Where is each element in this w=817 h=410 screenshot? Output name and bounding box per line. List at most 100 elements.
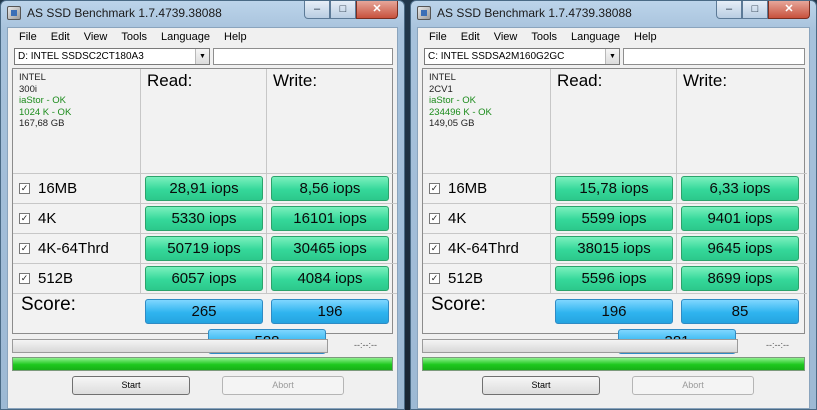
alignment-status: 1024 K - OK xyxy=(19,106,72,118)
read-result: 28,91 iops xyxy=(145,176,263,201)
write-result: 8,56 iops xyxy=(271,176,389,201)
window-client: File Edit View Tools Language Help D: IN… xyxy=(7,27,398,409)
test-checkbox[interactable]: ✓ xyxy=(19,273,30,284)
minimize-button[interactable]: – xyxy=(304,1,330,19)
read-result: 5599 iops xyxy=(555,206,673,231)
abort-button[interactable]: Abort xyxy=(632,376,754,395)
read-header: Read: xyxy=(141,69,267,174)
write-result: 8699 iops xyxy=(681,266,799,291)
drive-select[interactable]: D: INTEL SSDSC2CT180A3 ▼ xyxy=(14,48,210,65)
alignment-status: 234496 K - OK xyxy=(429,106,492,118)
menu-language[interactable]: Language xyxy=(564,31,627,43)
menu-tools[interactable]: Tools xyxy=(524,31,564,43)
drive-firmware: 2CV1 xyxy=(429,83,453,95)
menu-help[interactable]: Help xyxy=(217,31,254,43)
drive-select[interactable]: C: INTEL SSDSA2M160G2GC ▼ xyxy=(424,48,620,65)
abort-button[interactable]: Abort xyxy=(222,376,344,395)
test-label: 16MB xyxy=(38,180,78,197)
test-checkbox[interactable]: ✓ xyxy=(429,183,440,194)
chevron-down-icon[interactable]: ▼ xyxy=(195,49,209,64)
window-title: AS SSD Benchmark 1.7.4739.38088 xyxy=(27,6,222,20)
menu-file[interactable]: File xyxy=(12,31,44,43)
test-label: 512B xyxy=(38,270,74,287)
menu-view[interactable]: View xyxy=(77,31,115,43)
test-checkbox[interactable]: ✓ xyxy=(19,243,30,254)
drive-info: INTEL 2CV1 iaStor - OK 234496 K - OK 149… xyxy=(423,69,551,174)
app-icon xyxy=(7,6,21,20)
drive-size: 149,05 GB xyxy=(429,118,475,129)
drive-vendor: INTEL xyxy=(429,72,456,83)
test-checkbox[interactable]: ✓ xyxy=(19,183,30,194)
drive-select-value: C: INTEL SSDSA2M160G2GC xyxy=(428,51,565,62)
driver-status: iaStor - OK xyxy=(19,95,66,106)
overall-progress-bar xyxy=(12,357,393,371)
write-result: 4084 iops xyxy=(271,266,389,291)
read-result: 6057 iops xyxy=(145,266,263,291)
menu-bar: File Edit View Tools Language Help xyxy=(418,28,809,46)
test-label: 4K xyxy=(448,210,467,227)
menu-bar: File Edit View Tools Language Help xyxy=(8,28,397,46)
overall-progress-fill xyxy=(423,358,804,370)
chevron-down-icon[interactable]: ▼ xyxy=(605,49,619,64)
drive-firmware: 300i xyxy=(19,83,37,95)
score-read: 265 xyxy=(145,299,263,324)
minimize-button[interactable]: – xyxy=(716,1,742,19)
test-label: 16MB xyxy=(448,180,488,197)
read-result: 5330 iops xyxy=(145,206,263,231)
score-label: Score: xyxy=(21,294,76,315)
test-row-512b: ✓ 512B xyxy=(13,264,141,294)
overall-progress-fill xyxy=(13,358,392,370)
drive-vendor: INTEL xyxy=(19,72,46,83)
menu-language[interactable]: Language xyxy=(154,31,217,43)
start-button[interactable]: Start xyxy=(72,376,190,395)
test-label: 4K-64Thrd xyxy=(38,240,109,257)
score-label: Score: xyxy=(431,294,486,315)
menu-view[interactable]: View xyxy=(487,31,525,43)
maximize-button[interactable]: □ xyxy=(742,1,768,19)
read-result: 5596 iops xyxy=(555,266,673,291)
maximize-button[interactable]: □ xyxy=(330,1,356,19)
benchmark-window-1: AS SSD Benchmark 1.7.4739.38088 – □ ✕ Fi… xyxy=(0,0,405,410)
test-row-16mb: ✓ 16MB xyxy=(13,174,141,204)
write-result: 9401 iops xyxy=(681,206,799,231)
menu-file[interactable]: File xyxy=(422,31,454,43)
menu-edit[interactable]: Edit xyxy=(44,31,77,43)
read-header: Read: xyxy=(551,69,677,174)
menu-tools[interactable]: Tools xyxy=(114,31,154,43)
test-checkbox[interactable]: ✓ xyxy=(429,243,440,254)
write-result: 6,33 iops xyxy=(681,176,799,201)
read-result: 50719 iops xyxy=(145,236,263,261)
close-button[interactable]: ✕ xyxy=(356,1,398,19)
test-checkbox[interactable]: ✓ xyxy=(429,273,440,284)
write-result: 16101 iops xyxy=(271,206,389,231)
results-grid: INTEL 2CV1 iaStor - OK 234496 K - OK 149… xyxy=(422,68,807,354)
score-write: 85 xyxy=(681,299,799,324)
test-label: 4K xyxy=(38,210,57,227)
path-input[interactable] xyxy=(213,48,393,65)
drive-info: INTEL 300i iaStor - OK 1024 K - OK 167,6… xyxy=(13,69,141,174)
test-checkbox[interactable]: ✓ xyxy=(429,213,440,224)
drive-size: 167,68 GB xyxy=(19,118,65,129)
test-progress-bar xyxy=(422,339,738,353)
title-bar[interactable]: AS SSD Benchmark 1.7.4739.38088 – □ ✕ xyxy=(411,1,816,25)
test-label: 4K-64Thrd xyxy=(448,240,519,257)
read-result: 15,78 iops xyxy=(555,176,673,201)
window-client: File Edit View Tools Language Help C: IN… xyxy=(417,27,810,409)
test-checkbox[interactable]: ✓ xyxy=(19,213,30,224)
test-row-16mb: ✓ 16MB xyxy=(423,174,551,204)
elapsed-time: --:--:-- xyxy=(354,340,377,350)
menu-edit[interactable]: Edit xyxy=(454,31,487,43)
close-button[interactable]: ✕ xyxy=(768,1,810,19)
start-button[interactable]: Start xyxy=(482,376,600,395)
window-title: AS SSD Benchmark 1.7.4739.38088 xyxy=(437,6,632,20)
path-input[interactable] xyxy=(623,48,805,65)
write-header: Write: xyxy=(677,69,807,174)
test-row-4k: ✓ 4K xyxy=(423,204,551,234)
benchmark-window-2: AS SSD Benchmark 1.7.4739.38088 – □ ✕ Fi… xyxy=(410,0,817,410)
menu-help[interactable]: Help xyxy=(627,31,664,43)
title-bar[interactable]: AS SSD Benchmark 1.7.4739.38088 – □ ✕ xyxy=(1,1,404,25)
elapsed-time: --:--:-- xyxy=(766,340,789,350)
test-row-4k-64thrd: ✓ 4K-64Thrd xyxy=(423,234,551,264)
test-row-4k-64thrd: ✓ 4K-64Thrd xyxy=(13,234,141,264)
write-result: 30465 iops xyxy=(271,236,389,261)
